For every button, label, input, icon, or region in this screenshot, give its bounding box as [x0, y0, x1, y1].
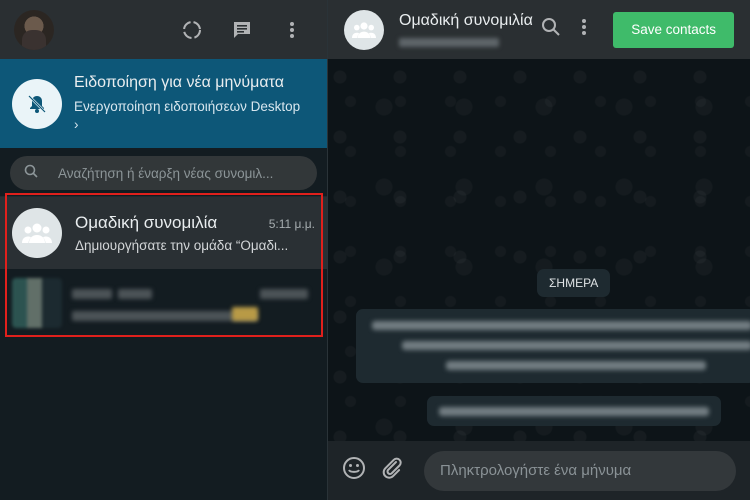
- blurred-text: [72, 311, 257, 321]
- conversation-header: Ομαδική συνομιλία Save contacts: [328, 0, 750, 59]
- blurred-participants: [399, 38, 499, 47]
- system-message: [427, 396, 721, 426]
- paperclip-icon[interactable]: [380, 456, 404, 485]
- conversation-actions: Save contacts: [541, 11, 734, 48]
- chat-time: 5:11 μ.μ.: [268, 217, 315, 231]
- message-area: [328, 59, 750, 441]
- enable-desktop-notifications-link[interactable]: Ενεργοποίηση ειδοποιήσεων Desktop ›: [74, 98, 300, 134]
- whatsapp-web-app: Ειδοποίηση για νέα μηνύματα Ενεργοποίηση…: [0, 0, 750, 500]
- search-bar: [0, 148, 327, 197]
- blurred-emoji: [232, 307, 258, 321]
- conversation-title: Ομαδική συνομιλία: [399, 12, 533, 29]
- blurred-text: [439, 407, 709, 416]
- notification-title: Ειδοποίηση για νέα μηνύματα: [74, 73, 284, 91]
- conversation-info[interactable]: Ομαδική συνομιλία: [399, 12, 533, 47]
- message-input[interactable]: [424, 450, 736, 491]
- composer-actions: [342, 456, 404, 485]
- chat-list-item[interactable]: Ομαδική συνομιλία 5:11 μ.μ. Δημιουργήσατ…: [0, 197, 327, 269]
- save-contacts-button[interactable]: Save contacts: [613, 11, 734, 48]
- blurred-text: [402, 341, 750, 350]
- blurred-chat-list-item[interactable]: [0, 269, 327, 337]
- chat-text: Ομαδική συνομιλία 5:11 μ.μ. Δημιουργήσατ…: [75, 213, 315, 253]
- search-input[interactable]: [58, 165, 288, 181]
- profile-avatar[interactable]: [14, 9, 54, 50]
- chat-name: Ομαδική συνομιλία: [75, 213, 218, 232]
- new-chat-icon[interactable]: [229, 17, 255, 43]
- chat-preview: Δημιουργήσατε την ομάδα “Ομαδι...: [75, 238, 289, 253]
- search-icon[interactable]: [541, 17, 561, 42]
- system-message: [356, 309, 750, 383]
- chat-list: Ομαδική συνομιλία 5:11 μ.μ. Δημιουργήσατ…: [0, 197, 327, 337]
- left-pane: Ειδοποίηση για νέα μηνύματα Ενεργοποίηση…: [0, 0, 328, 500]
- status-icon[interactable]: [179, 17, 205, 43]
- chat-title-row: Ομαδική συνομιλία 5:11 μ.μ.: [75, 213, 315, 233]
- notification-text: Ειδοποίηση για νέα μηνύματα Ενεργοποίηση…: [74, 74, 300, 134]
- blurred-text: [372, 321, 750, 330]
- notification-subtitle: Ενεργοποίηση ειδοποιήσεων Desktop: [74, 98, 301, 114]
- bell-off-icon: [12, 78, 62, 129]
- menu-icon[interactable]: [581, 17, 587, 42]
- chevron-right-icon: ›: [74, 116, 79, 132]
- emoji-icon[interactable]: [342, 456, 366, 485]
- search-box[interactable]: [10, 156, 317, 190]
- group-avatar-icon: [12, 208, 62, 258]
- blurred-text: [118, 289, 152, 299]
- blurred-text: [72, 289, 112, 299]
- left-header: [0, 0, 327, 59]
- header-actions: [179, 17, 313, 43]
- blurred-avatar: [12, 278, 62, 328]
- group-avatar-icon[interactable]: [344, 9, 384, 50]
- message-composer: [328, 441, 750, 500]
- desktop-notification-banner[interactable]: Ειδοποίηση για νέα μηνύματα Ενεργοποίηση…: [0, 59, 327, 148]
- blurred-text: [260, 289, 308, 299]
- blurred-text: [446, 361, 706, 370]
- menu-icon[interactable]: [279, 17, 305, 43]
- conversation-pane: Ομαδική συνομιλία Save contacts ΣΗΜΕΡΑ: [328, 0, 750, 500]
- search-icon: [24, 164, 38, 183]
- date-divider: ΣΗΜΕΡΑ: [537, 269, 611, 297]
